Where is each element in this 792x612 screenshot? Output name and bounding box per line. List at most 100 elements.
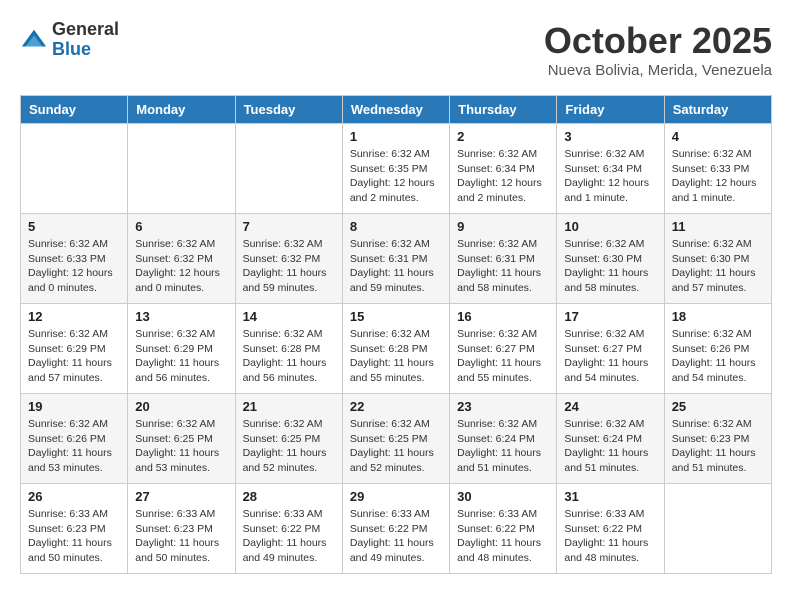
calendar-week-row: 1 Sunrise: 6:32 AMSunset: 6:35 PMDaylight…: [21, 124, 772, 214]
calendar-week-row: 12 Sunrise: 6:32 AMSunset: 6:29 PMDayligh…: [21, 304, 772, 394]
calendar-cell: 15 Sunrise: 6:32 AMSunset: 6:28 PMDayligh…: [342, 304, 449, 394]
calendar-cell: [664, 484, 771, 574]
calendar-cell: 4 Sunrise: 6:32 AMSunset: 6:33 PMDaylight…: [664, 124, 771, 214]
day-number: 13: [135, 309, 227, 324]
calendar-cell: 8Sunrise: 6:32 AMSunset: 6:31 PMDaylight…: [342, 214, 449, 304]
calendar-cell: 25 Sunrise: 6:32 AMSunset: 6:23 PMDayligh…: [664, 394, 771, 484]
day-info: Sunrise: 6:32 AMSunset: 6:26 PMDaylight:…: [28, 417, 120, 476]
day-number: 28: [243, 489, 335, 504]
logo: General Blue: [20, 20, 119, 60]
calendar-cell: 31Sunrise: 6:33 AMSunset: 6:22 PMDayligh…: [557, 484, 664, 574]
day-number: 24: [564, 399, 656, 414]
day-info: Sunrise: 6:33 AMSunset: 6:22 PMDaylight:…: [243, 507, 335, 566]
day-info: Sunrise: 6:32 AMSunset: 6:28 PMDaylight:…: [243, 327, 335, 386]
day-info: Sunrise: 6:32 AMSunset: 6:29 PMDaylight:…: [135, 327, 227, 386]
day-number: 7: [243, 219, 335, 234]
day-info: Sunrise: 6:32 AMSunset: 6:25 PMDaylight:…: [350, 417, 442, 476]
day-info: Sunrise: 6:32 AMSunset: 6:31 PMDaylight:…: [350, 237, 442, 296]
day-number: 2: [457, 129, 549, 144]
day-info: Sunrise: 6:32 AMSunset: 6:33 PMDaylight:…: [672, 147, 764, 206]
day-number: 3: [564, 129, 656, 144]
logo-general: General: [52, 20, 119, 40]
day-number: 19: [28, 399, 120, 414]
day-info: Sunrise: 6:33 AMSunset: 6:23 PMDaylight:…: [135, 507, 227, 566]
calendar-cell: 30 Sunrise: 6:33 AMSunset: 6:22 PMDayligh…: [450, 484, 557, 574]
day-number: 23: [457, 399, 549, 414]
weekday-header: Wednesday: [342, 96, 449, 124]
day-info: Sunrise: 6:32 AMSunset: 6:27 PMDaylight:…: [457, 327, 549, 386]
day-number: 22: [350, 399, 442, 414]
day-info: Sunrise: 6:32 AMSunset: 6:30 PMDaylight:…: [564, 237, 656, 296]
day-info: Sunrise: 6:32 AMSunset: 6:28 PMDaylight:…: [350, 327, 442, 386]
calendar-cell: 28 Sunrise: 6:33 AMSunset: 6:22 PMDayligh…: [235, 484, 342, 574]
day-number: 9: [457, 219, 549, 234]
day-number: 18: [672, 309, 764, 324]
logo-blue: Blue: [52, 40, 119, 60]
day-info: Sunrise: 6:32 AMSunset: 6:24 PMDaylight:…: [457, 417, 549, 476]
day-number: 20: [135, 399, 227, 414]
day-number: 21: [243, 399, 335, 414]
weekday-header: Tuesday: [235, 96, 342, 124]
day-number: 25: [672, 399, 764, 414]
calendar-cell: 14Sunrise: 6:32 AMSunset: 6:28 PMDayligh…: [235, 304, 342, 394]
day-number: 4: [672, 129, 764, 144]
day-info: Sunrise: 6:33 AMSunset: 6:22 PMDaylight:…: [457, 507, 549, 566]
calendar-cell: 24Sunrise: 6:32 AMSunset: 6:24 PMDayligh…: [557, 394, 664, 484]
day-number: 30: [457, 489, 549, 504]
day-info: Sunrise: 6:32 AMSunset: 6:23 PMDaylight:…: [672, 417, 764, 476]
day-info: Sunrise: 6:33 AMSunset: 6:22 PMDaylight:…: [350, 507, 442, 566]
calendar-cell: 17 Sunrise: 6:32 AMSunset: 6:27 PMDayligh…: [557, 304, 664, 394]
day-info: Sunrise: 6:32 AMSunset: 6:25 PMDaylight:…: [135, 417, 227, 476]
day-info: Sunrise: 6:32 AMSunset: 6:30 PMDaylight:…: [672, 237, 764, 296]
calendar-cell: 6Sunrise: 6:32 AMSunset: 6:32 PMDaylight…: [128, 214, 235, 304]
calendar-cell: 22 Sunrise: 6:32 AMSunset: 6:25 PMDayligh…: [342, 394, 449, 484]
day-number: 5: [28, 219, 120, 234]
calendar-cell: [128, 124, 235, 214]
weekday-header: Monday: [128, 96, 235, 124]
calendar-cell: [235, 124, 342, 214]
calendar-cell: 16Sunrise: 6:32 AMSunset: 6:27 PMDayligh…: [450, 304, 557, 394]
day-info: Sunrise: 6:32 AMSunset: 6:32 PMDaylight:…: [243, 237, 335, 296]
calendar-week-row: 26 Sunrise: 6:33 AMSunset: 6:23 PMDayligh…: [21, 484, 772, 574]
calendar-cell: 29 Sunrise: 6:33 AMSunset: 6:22 PMDayligh…: [342, 484, 449, 574]
day-info: Sunrise: 6:32 AMSunset: 6:25 PMDaylight:…: [243, 417, 335, 476]
logo-icon: [20, 26, 48, 54]
day-info: Sunrise: 6:32 AMSunset: 6:35 PMDaylight:…: [350, 147, 442, 206]
weekday-header: Thursday: [450, 96, 557, 124]
day-info: Sunrise: 6:32 AMSunset: 6:33 PMDaylight:…: [28, 237, 120, 296]
weekday-header: Saturday: [664, 96, 771, 124]
day-number: 31: [564, 489, 656, 504]
day-info: Sunrise: 6:32 AMSunset: 6:34 PMDaylight:…: [457, 147, 549, 206]
calendar-cell: 13 Sunrise: 6:32 AMSunset: 6:29 PMDayligh…: [128, 304, 235, 394]
day-number: 12: [28, 309, 120, 324]
day-number: 26: [28, 489, 120, 504]
day-info: Sunrise: 6:32 AMSunset: 6:34 PMDaylight:…: [564, 147, 656, 206]
calendar-cell: 5 Sunrise: 6:32 AMSunset: 6:33 PMDaylight…: [21, 214, 128, 304]
month-title: October 2025: [544, 20, 772, 62]
calendar-cell: 26Sunrise: 6:33 AMSunset: 6:23 PMDayligh…: [21, 484, 128, 574]
day-info: Sunrise: 6:32 AMSunset: 6:31 PMDaylight:…: [457, 237, 549, 296]
day-number: 11: [672, 219, 764, 234]
calendar-week-row: 5 Sunrise: 6:32 AMSunset: 6:33 PMDaylight…: [21, 214, 772, 304]
day-number: 15: [350, 309, 442, 324]
calendar-cell: 10 Sunrise: 6:32 AMSunset: 6:30 PMDayligh…: [557, 214, 664, 304]
day-number: 1: [350, 129, 442, 144]
calendar-cell: [21, 124, 128, 214]
calendar-cell: 19 Sunrise: 6:32 AMSunset: 6:26 PMDayligh…: [21, 394, 128, 484]
calendar-cell: 12Sunrise: 6:32 AMSunset: 6:29 PMDayligh…: [21, 304, 128, 394]
day-info: Sunrise: 6:32 AMSunset: 6:27 PMDaylight:…: [564, 327, 656, 386]
calendar-cell: 20 Sunrise: 6:32 AMSunset: 6:25 PMDayligh…: [128, 394, 235, 484]
calendar-cell: 18 Sunrise: 6:32 AMSunset: 6:26 PMDayligh…: [664, 304, 771, 394]
calendar-cell: 7 Sunrise: 6:32 AMSunset: 6:32 PMDaylight…: [235, 214, 342, 304]
weekday-header: Sunday: [21, 96, 128, 124]
day-number: 10: [564, 219, 656, 234]
calendar-cell: 2 Sunrise: 6:32 AMSunset: 6:34 PMDaylight…: [450, 124, 557, 214]
calendar-cell: 27 Sunrise: 6:33 AMSunset: 6:23 PMDayligh…: [128, 484, 235, 574]
day-number: 27: [135, 489, 227, 504]
calendar-cell: 23 Sunrise: 6:32 AMSunset: 6:24 PMDayligh…: [450, 394, 557, 484]
calendar-week-row: 19 Sunrise: 6:32 AMSunset: 6:26 PMDayligh…: [21, 394, 772, 484]
day-number: 6: [135, 219, 227, 234]
day-number: 29: [350, 489, 442, 504]
day-info: Sunrise: 6:32 AMSunset: 6:26 PMDaylight:…: [672, 327, 764, 386]
day-number: 17: [564, 309, 656, 324]
